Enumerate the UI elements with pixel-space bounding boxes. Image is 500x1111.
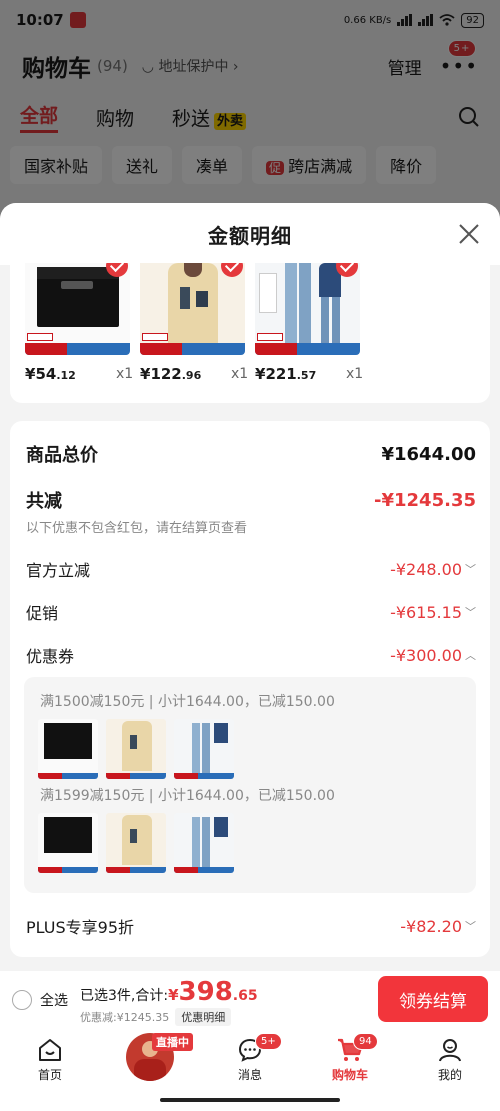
plus-value: -¥82.20 xyxy=(400,916,462,936)
reduce-value: -¥1245.35 xyxy=(374,489,476,511)
coupon-products xyxy=(38,719,234,779)
nav-messages-label: 消息 xyxy=(237,1068,262,1082)
discount-summary: 优惠减:¥1245.35 优惠明细 xyxy=(80,1008,232,1026)
selected-text: 已选3件,合计: xyxy=(80,988,169,1004)
home-icon xyxy=(39,1039,61,1061)
product-item[interactable] xyxy=(25,263,130,355)
product-price: ¥122.96 xyxy=(140,365,202,383)
close-icon[interactable] xyxy=(456,221,482,247)
sum-currency: ¥ xyxy=(168,986,179,1004)
official-label: 官方立减 xyxy=(26,561,91,580)
profile-icon xyxy=(439,1039,461,1062)
plus-discount-row[interactable]: PLUS专享95折 -¥82.20 ﹀ xyxy=(26,914,476,938)
chevron-down-icon: ﹀ xyxy=(465,563,476,576)
coupon-details: 满1500减150元 | 小计1644.00，已减150.00 满1599减15… xyxy=(24,677,476,893)
checkout-button[interactable]: 领券结算 xyxy=(378,976,488,1022)
product-thumb xyxy=(174,719,234,779)
nav-mine[interactable]: 我的 xyxy=(415,1037,485,1083)
chevron-down-icon: ﹀ xyxy=(465,606,476,619)
discount-note: 以下优惠不包含红包，请在结算页查看 xyxy=(26,521,248,536)
product-qty: x1 xyxy=(346,366,364,382)
sum-decimal: .65 xyxy=(232,988,258,1004)
nav-cart-label: 购物车 xyxy=(331,1068,368,1082)
coupon-value: -¥300.00 xyxy=(390,645,462,665)
product-thumb xyxy=(38,719,98,779)
selected-products: ¥54.12 x1 ¥122.96 x1 ¥221.57 x1 xyxy=(10,263,490,403)
product-price: ¥221.57 xyxy=(255,365,317,383)
coupon-products xyxy=(38,813,234,873)
total-summary: 已选3件,合计: ¥ 398 .65 xyxy=(80,977,258,1007)
reduce-row: 共减 -¥1245.35 xyxy=(26,487,476,513)
product-thumb xyxy=(38,813,98,873)
coupon-line: 满1599减150元 | 小计1644.00，已减150.00 xyxy=(40,788,335,804)
nav-messages[interactable]: 消息 5+ xyxy=(215,1033,285,1083)
product-price: ¥54.12 xyxy=(25,365,76,383)
total-value: ¥1644.00 xyxy=(381,443,476,465)
discount-text: 优惠减:¥1245.35 xyxy=(80,1011,170,1024)
home-indicator xyxy=(160,1098,340,1102)
product-qty: x1 xyxy=(231,366,249,382)
promo-label: 促销 xyxy=(26,604,59,623)
product-qty: x1 xyxy=(116,366,134,382)
product-thumb xyxy=(106,719,166,779)
sheet-header: 金额明细 xyxy=(0,203,500,265)
select-all-toggle[interactable]: 全选 xyxy=(12,990,68,1010)
total-row: 商品总价 ¥1644.00 xyxy=(26,441,476,467)
promo-value: -¥615.15 xyxy=(390,602,462,622)
product-item[interactable] xyxy=(255,263,360,355)
messages-badge: 5+ xyxy=(255,1033,282,1050)
product-thumb xyxy=(174,813,234,873)
chevron-down-icon: ﹀ xyxy=(465,920,476,933)
nav-mine-label: 我的 xyxy=(437,1068,462,1082)
chevron-up-icon: ︿ xyxy=(465,649,476,662)
live-tag: 直播中 xyxy=(152,1033,193,1051)
nav-home[interactable]: 首页 xyxy=(15,1037,85,1083)
promo-row[interactable]: 促销 -¥615.15 ﹀ xyxy=(26,600,476,624)
sum-integer: 398 xyxy=(178,977,233,1007)
select-all-label: 全选 xyxy=(40,993,68,1009)
nav-home-label: 首页 xyxy=(37,1068,62,1082)
sheet-title: 金额明细 xyxy=(208,223,292,248)
total-label: 商品总价 xyxy=(26,445,98,466)
price-detail-card: 商品总价 ¥1644.00 共减 -¥1245.35 以下优惠不包含红包，请在结… xyxy=(10,421,490,957)
coupon-row[interactable]: 优惠券 -¥300.00 ︿ xyxy=(26,643,476,667)
product-thumb xyxy=(106,813,166,873)
cart-badge: 94 xyxy=(353,1033,378,1050)
product-item[interactable] xyxy=(140,263,245,355)
plus-label: PLUS专享95折 xyxy=(26,918,134,937)
checkout-bar: 全选 已选3件,合计: ¥ 398 .65 优惠减:¥1245.35 优惠明细 … xyxy=(0,971,500,1033)
official-value: -¥248.00 xyxy=(390,559,462,579)
nav-cart[interactable]: 购物车 94 xyxy=(315,1033,385,1083)
reduce-label: 共减 xyxy=(26,491,62,512)
coupon-label: 优惠券 xyxy=(26,647,75,666)
select-all-radio[interactable] xyxy=(12,990,32,1010)
discount-detail-button[interactable]: 优惠明细 xyxy=(175,1008,232,1026)
coupon-line: 满1500减150元 | 小计1644.00，已减150.00 xyxy=(40,694,335,710)
amount-detail-sheet: 金额明细 ¥54.12 x1 ¥122.96 x1 ¥221.57 x1 商品总… xyxy=(0,203,500,971)
official-discount-row[interactable]: 官方立减 -¥248.00 ﹀ xyxy=(26,557,476,581)
